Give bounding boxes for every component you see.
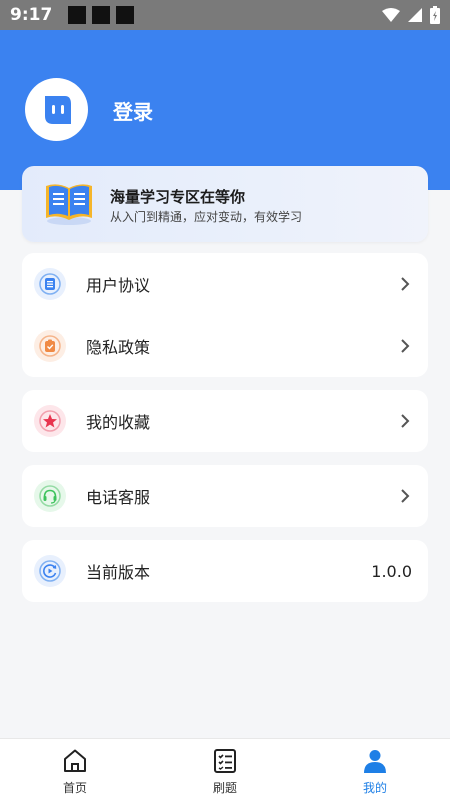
clipboard-check-icon (34, 330, 66, 362)
favorites-card: 我的收藏 (22, 390, 428, 452)
avatar-face-icon (44, 95, 71, 124)
banner-subtitle: 从入门到精通，应对变动，有效学习 (110, 210, 303, 224)
open-book-icon (46, 184, 92, 225)
user-agreement-label: 用户协议 (86, 276, 151, 295)
customer-service-row[interactable]: 电话客服 (22, 465, 428, 527)
chevron-right-icon (398, 277, 412, 291)
notification-icon (92, 6, 111, 24)
signal-icon (408, 8, 422, 22)
document-icon (34, 268, 66, 300)
battery-icon (430, 6, 440, 24)
banner-title: 海量学习专区在等你 (110, 188, 246, 206)
study-banner[interactable]: 海量学习专区在等你 从入门到精通，应对变动，有效学习 (22, 166, 428, 242)
status-bar: 9:17 (0, 0, 450, 30)
notification-icon (116, 6, 135, 24)
favorites-label: 我的收藏 (86, 413, 151, 432)
tab-home-label: 首页 (62, 781, 87, 795)
chevron-right-icon (398, 339, 412, 353)
customer-service-label: 电话客服 (86, 488, 151, 507)
privacy-policy-label: 隐私政策 (86, 338, 151, 357)
tab-practice-label: 刷题 (212, 781, 237, 795)
privacy-policy-row[interactable]: 隐私政策 (22, 315, 428, 377)
notification-icon (68, 6, 87, 24)
person-icon (364, 750, 386, 773)
tab-practice[interactable]: 刷题 (150, 739, 300, 800)
tab-mine[interactable]: 我的 (300, 739, 450, 800)
policy-card: 用户协议 隐私政策 (22, 253, 428, 377)
user-agreement-row[interactable]: 用户协议 (22, 253, 428, 315)
status-time: 9:17 (10, 5, 53, 25)
headset-icon (34, 480, 66, 512)
tab-home[interactable]: 首页 (0, 739, 150, 800)
version-card: 当前版本 1.0.0 (22, 540, 428, 602)
avatar[interactable] (25, 78, 88, 141)
current-version-row: 当前版本 1.0.0 (22, 540, 428, 602)
bottom-tab-bar: 首页 刷题 我的 (0, 738, 450, 800)
favorites-row[interactable]: 我的收藏 (22, 390, 428, 452)
login-link[interactable]: 登录 (113, 96, 153, 125)
star-icon (34, 405, 66, 437)
refresh-play-icon (34, 555, 66, 587)
notification-icons (68, 6, 135, 24)
service-card: 电话客服 (22, 465, 428, 527)
home-icon (64, 749, 86, 772)
chevron-right-icon (398, 414, 412, 428)
current-version-label: 当前版本 (86, 563, 151, 582)
checklist-icon (214, 749, 236, 773)
wifi-icon (382, 8, 400, 22)
version-value: 1.0.0 (371, 561, 412, 581)
chevron-right-icon (398, 489, 412, 503)
tab-mine-label: 我的 (362, 781, 387, 795)
